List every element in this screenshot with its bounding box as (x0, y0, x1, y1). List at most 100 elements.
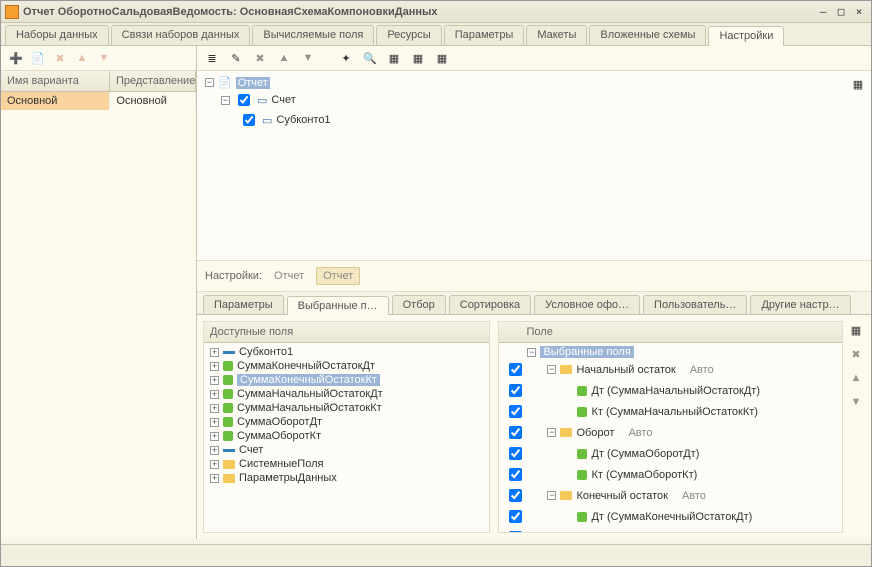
wand-icon[interactable]: ✦ (337, 49, 355, 67)
titlebar: Отчет ОборотноСальдоваяВедомость: Основн… (1, 1, 871, 23)
selected-field[interactable]: Дт (СуммаНачальныйОстатокДт) (499, 380, 842, 401)
available-field[interactable]: + Субконто1 (204, 345, 489, 359)
available-field[interactable]: + СуммаНачальныйОстатокДт (204, 387, 489, 401)
up3-icon[interactable]: ▲ (847, 369, 865, 387)
subtab-4[interactable]: Условное офо… (534, 295, 640, 314)
available-field[interactable]: + СуммаОборотДт (204, 415, 489, 429)
col-variant-name[interactable]: Имя варианта (1, 71, 110, 91)
expand-icon[interactable]: + (210, 348, 219, 357)
tree-item[interactable]: − ▭ Счет (221, 90, 863, 110)
tab-4[interactable]: Параметры (444, 25, 525, 45)
subtab-3[interactable]: Сортировка (449, 295, 531, 314)
edit-icon[interactable]: ✎ (227, 49, 245, 67)
subtab-1[interactable]: Выбранные п… (287, 296, 389, 315)
collapse-icon[interactable]: − (547, 428, 556, 437)
grid-icon[interactable]: ▦ (385, 49, 403, 67)
add-icon[interactable]: ➕ (7, 49, 25, 67)
grid3-icon[interactable]: ▦ (433, 49, 451, 67)
delete2-icon[interactable]: ✖ (251, 49, 269, 67)
expand-icon[interactable]: + (210, 460, 219, 469)
available-field[interactable]: + СуммаОборотКт (204, 429, 489, 443)
collapse-icon[interactable]: − (527, 348, 536, 357)
tree-checkbox[interactable] (243, 114, 255, 126)
variants-header: Имя варианта Представление (1, 71, 196, 92)
tree-checkbox[interactable] (238, 94, 250, 106)
field-label: Дт (СуммаОборотДт) (591, 448, 699, 460)
row-checkbox[interactable] (509, 384, 522, 397)
delete3-icon[interactable]: ✖ (847, 345, 865, 363)
expand-icon[interactable]: + (210, 390, 219, 399)
row-checkbox[interactable] (509, 468, 522, 481)
down2-icon[interactable]: ▼ (299, 49, 317, 67)
up-icon[interactable]: ▲ (73, 49, 91, 67)
collapse-icon[interactable]: − (547, 365, 556, 374)
delete-icon[interactable]: ✖ (51, 49, 69, 67)
row-checkbox[interactable] (509, 447, 522, 460)
row-checkbox[interactable] (509, 426, 522, 439)
available-field[interactable]: + СистемныеПоля (204, 457, 489, 471)
row-checkbox[interactable] (509, 405, 522, 418)
tab-0[interactable]: Наборы данных (5, 25, 109, 45)
collapse-icon[interactable]: − (221, 96, 230, 105)
close-button[interactable]: × (851, 4, 867, 20)
expand-icon[interactable]: + (210, 418, 219, 427)
tab-1[interactable]: Связи наборов данных (111, 25, 251, 45)
available-field[interactable]: + СуммаНачальныйОстатокКт (204, 401, 489, 415)
expand-icon[interactable]: + (210, 376, 219, 385)
maximize-button[interactable]: □ (833, 4, 849, 20)
selected-field[interactable]: Дт (СуммаОборотДт) (499, 443, 842, 464)
row-checkbox[interactable] (509, 363, 522, 376)
row-checkbox[interactable] (509, 510, 522, 523)
tab-6[interactable]: Вложенные схемы (589, 25, 706, 45)
selected-root[interactable]: −Выбранные поля (499, 345, 842, 359)
down-icon[interactable]: ▼ (95, 49, 113, 67)
tab-3[interactable]: Ресурсы (376, 25, 441, 45)
breadcrumb-item[interactable]: Отчет (316, 267, 360, 285)
report-icon: 📄 (218, 76, 232, 89)
collapse-icon[interactable]: − (205, 78, 214, 87)
selected-group[interactable]: − Начальный остаток Авто (499, 359, 842, 380)
col-variant-pres[interactable]: Представление (110, 71, 196, 91)
variant-row[interactable]: ОсновнойОсновной (1, 92, 196, 110)
tab-2[interactable]: Вычисляемые поля (252, 25, 374, 45)
tab-7[interactable]: Настройки (708, 26, 784, 46)
subtab-6[interactable]: Другие настр… (750, 295, 850, 314)
expand-icon[interactable]: + (210, 474, 219, 483)
minimize-button[interactable]: – (815, 4, 831, 20)
find-icon[interactable]: 🔍 (361, 49, 379, 67)
subtab-0[interactable]: Параметры (203, 295, 284, 314)
expand-icon[interactable]: + (210, 362, 219, 371)
expand-icon[interactable]: + (210, 432, 219, 441)
grid2-icon[interactable]: ▦ (409, 49, 427, 67)
available-field[interactable]: + ПараметрыДанных (204, 471, 489, 485)
subtab-2[interactable]: Отбор (392, 295, 446, 314)
field-type-icon (223, 403, 233, 413)
tree-icon[interactable]: ≣ (203, 49, 221, 67)
breadcrumb-item[interactable]: Отчет (268, 268, 310, 284)
available-field[interactable]: + СуммаКонечныйОстатокДт (204, 359, 489, 373)
available-field[interactable]: + СуммаКонечныйОстатокКт (204, 373, 489, 387)
up2-icon[interactable]: ▲ (275, 49, 293, 67)
copy-icon[interactable]: 📄 (29, 49, 47, 67)
expand-icon[interactable]: + (210, 404, 219, 413)
available-field[interactable]: + Счет (204, 443, 489, 457)
selected-field[interactable]: Кт (СуммаКонечныйОстатокКт) (499, 527, 842, 532)
selected-group[interactable]: − Конечный остаток Авто (499, 485, 842, 506)
panel-toggle-icon[interactable]: ▦ (849, 75, 867, 93)
expand-icon[interactable]: + (210, 446, 219, 455)
selected-field[interactable]: Дт (СуммаКонечныйОстатокДт) (499, 506, 842, 527)
tab-5[interactable]: Макеты (526, 25, 587, 45)
panel-icon[interactable]: ▦ (847, 321, 865, 339)
subtab-5[interactable]: Пользователь… (643, 295, 747, 314)
collapse-icon[interactable]: − (547, 491, 556, 500)
selected-field[interactable]: Кт (СуммаОборотКт) (499, 464, 842, 485)
selected-group[interactable]: − Оборот Авто (499, 422, 842, 443)
tree-item[interactable]: ▭ Субконто1 (239, 110, 863, 130)
field-type-icon (223, 389, 233, 399)
tree-root[interactable]: − 📄 Отчет (205, 75, 863, 90)
row-checkbox[interactable] (509, 531, 522, 532)
down3-icon[interactable]: ▼ (847, 393, 865, 411)
row-checkbox[interactable] (509, 489, 522, 502)
selected-field[interactable]: Кт (СуммаНачальныйОстатокКт) (499, 401, 842, 422)
field-label: СуммаКонечныйОстатокКт (237, 374, 380, 386)
